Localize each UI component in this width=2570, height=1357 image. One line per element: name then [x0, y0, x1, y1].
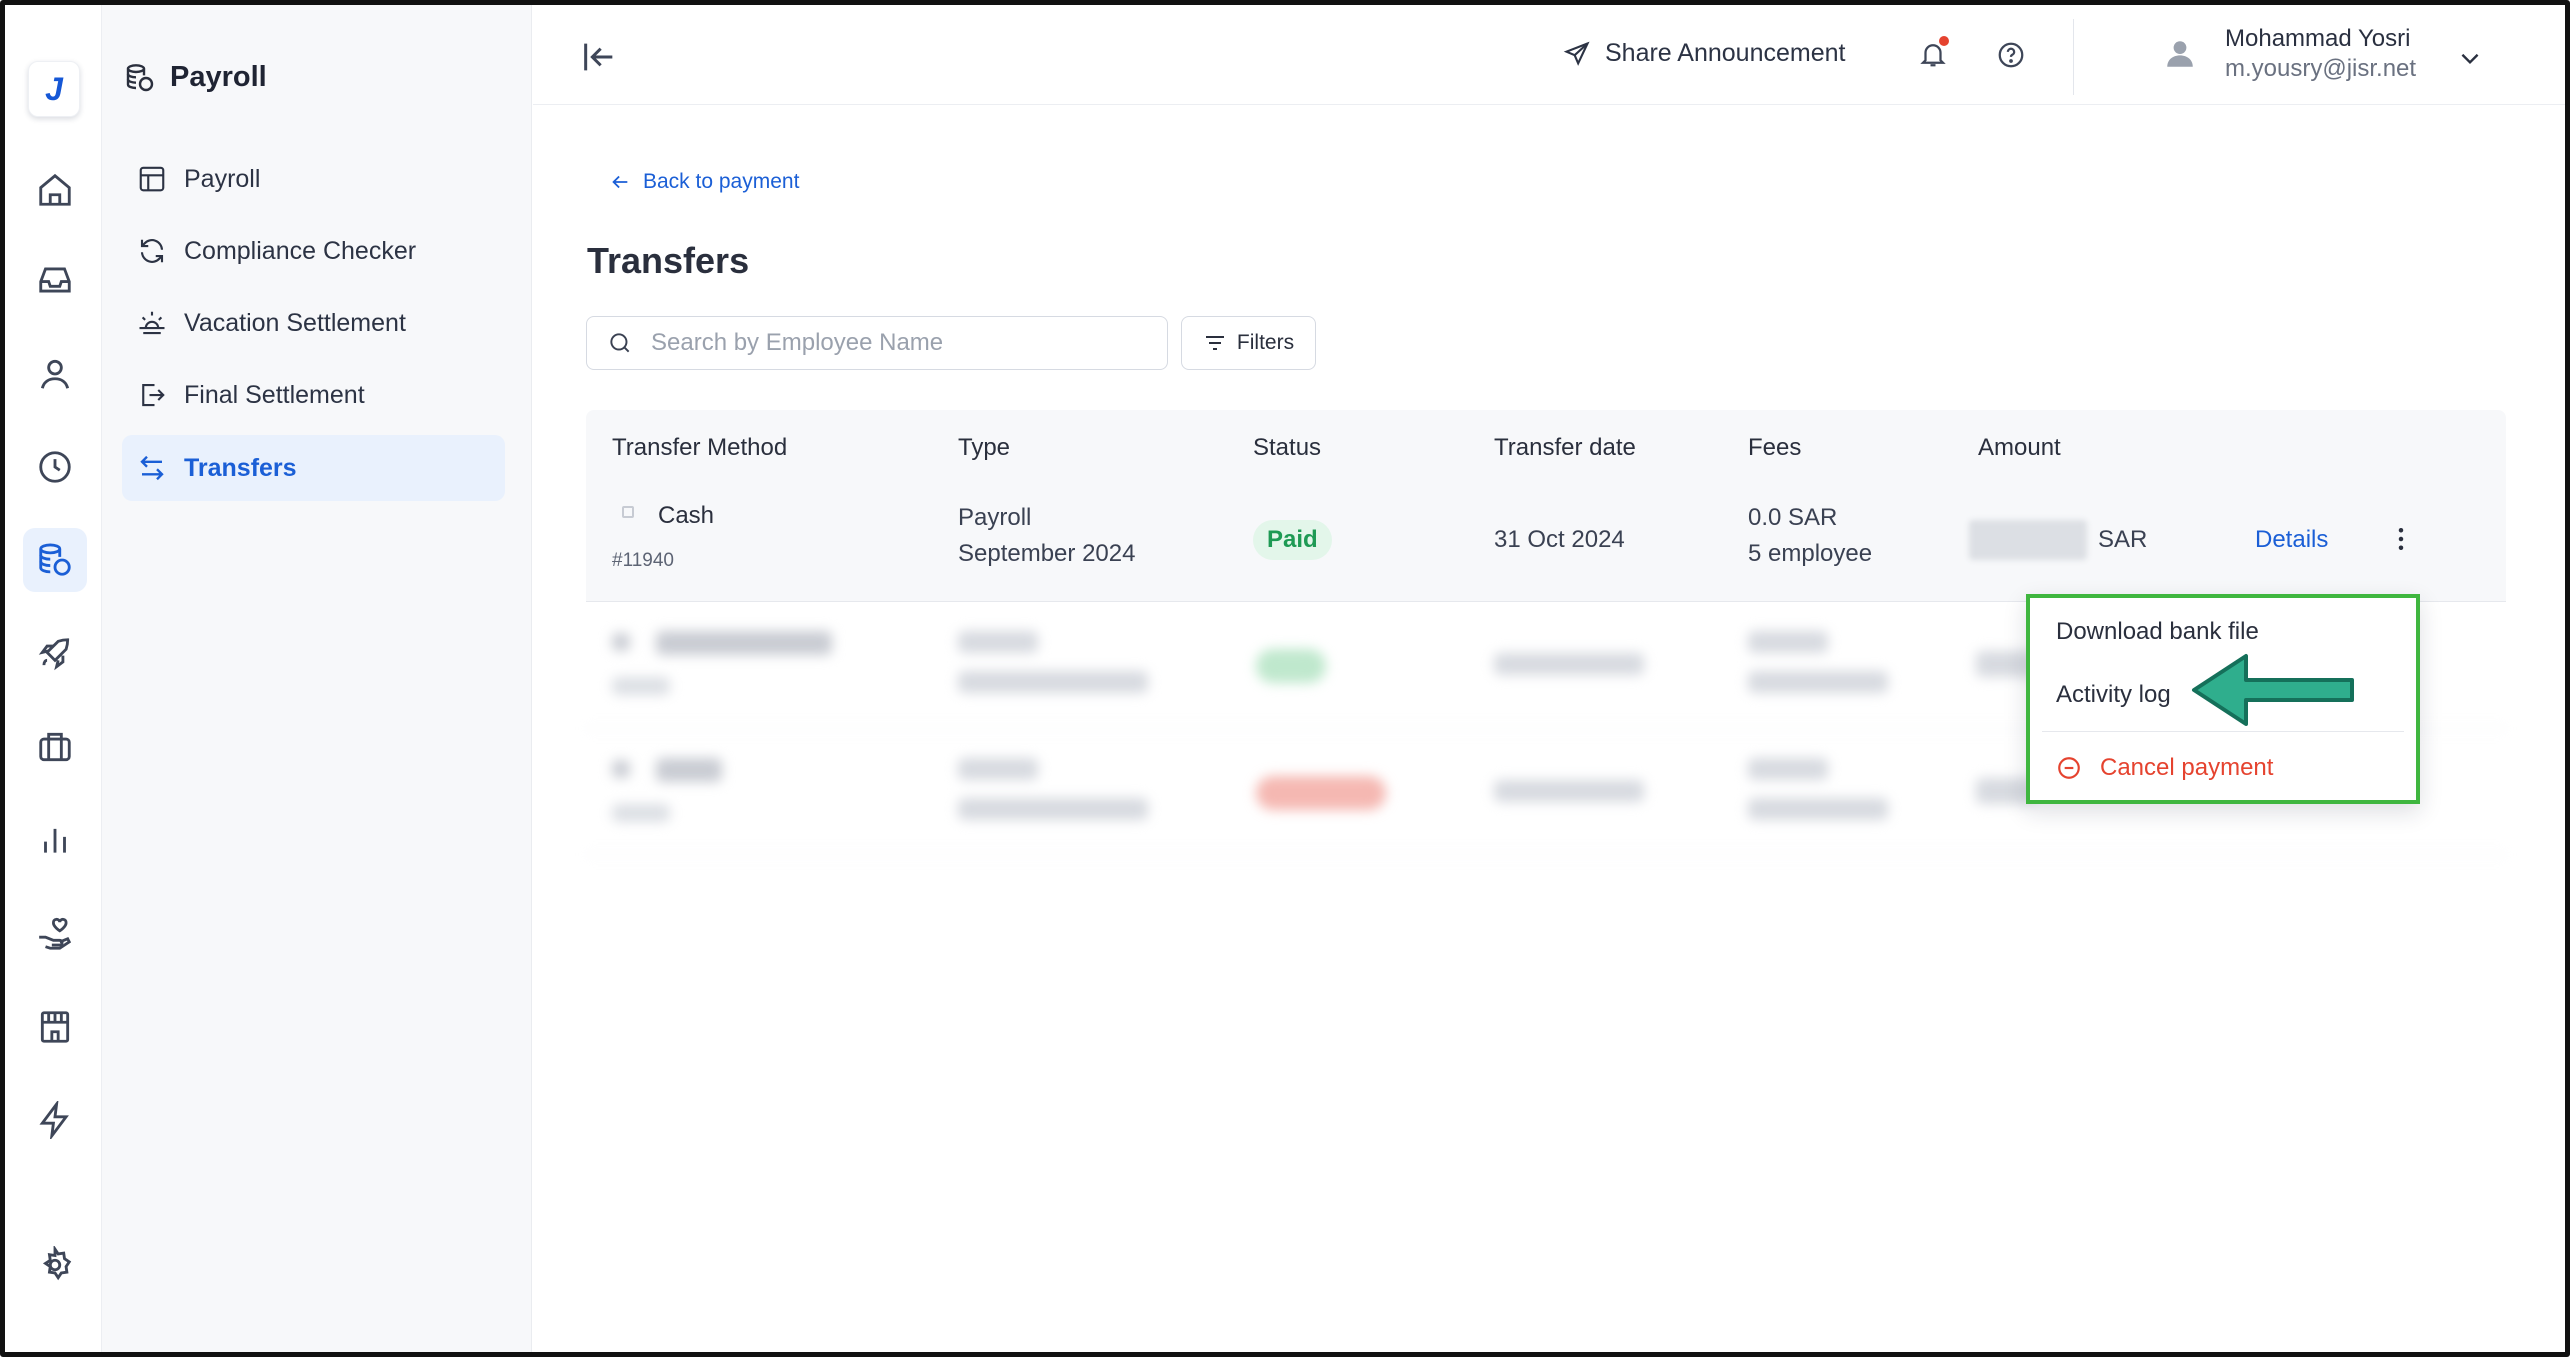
filter-icon — [1203, 331, 1227, 355]
bar-chart-icon[interactable] — [23, 808, 87, 872]
share-announcement-label: Share Announcement — [1605, 39, 1846, 67]
column-header-amount[interactable]: Amount — [1978, 434, 2061, 462]
inbox-icon[interactable] — [23, 248, 87, 312]
hand-heart-icon[interactable] — [23, 902, 87, 966]
share-announcement-button[interactable]: Share Announcement — [1563, 39, 1845, 68]
filters-button[interactable]: Filters — [1181, 316, 1316, 370]
gear-icon[interactable] — [23, 1233, 87, 1297]
briefcase-icon[interactable] — [23, 715, 87, 779]
column-header-transfer-date[interactable]: Transfer date — [1494, 434, 1636, 462]
transfer-date: 31 Oct 2024 — [1494, 526, 1625, 553]
help-icon[interactable] — [1996, 40, 2026, 70]
collapse-sidebar-icon[interactable] — [579, 37, 619, 77]
refresh-icon — [136, 235, 168, 267]
subnav-item-label: Transfers — [184, 453, 297, 482]
transfer-type: Payroll — [958, 504, 1032, 531]
search-field[interactable] — [586, 316, 1168, 370]
column-header-transfer-method[interactable]: Transfer Method — [612, 434, 787, 462]
minus-circle-icon — [2056, 755, 2082, 781]
payroll-coins-icon — [124, 62, 156, 94]
subnav-item-payroll[interactable]: Payroll — [122, 146, 505, 212]
sunset-icon — [136, 307, 168, 339]
column-header-status[interactable]: Status — [1253, 434, 1321, 462]
back-to-payment-label: Back to payment — [643, 170, 800, 193]
cancel-payment-item[interactable]: Cancel payment — [2056, 754, 2273, 782]
subnav-item-label: Payroll — [184, 164, 261, 193]
subnav-item-label: Final Settlement — [184, 380, 365, 409]
download-bank-file-item[interactable]: Download bank file — [2056, 618, 2259, 646]
search-input[interactable] — [651, 329, 1131, 357]
subnav-item-vacation-settlement[interactable]: Vacation Settlement — [122, 290, 505, 356]
table-icon — [136, 163, 168, 195]
amount-redacted — [1969, 520, 2087, 560]
avatar[interactable] — [2163, 37, 2197, 71]
user-email: m.yousry@jisr.net — [2225, 55, 2417, 82]
exit-icon — [136, 379, 168, 411]
top-bar: Share Announcement Mohammad Yosri m.yous… — [533, 5, 2565, 105]
back-to-payment-link[interactable]: Back to payment — [609, 170, 799, 194]
annotation-arrow-icon — [2190, 650, 2356, 730]
column-header-fees[interactable]: Fees — [1748, 434, 1801, 462]
icon-rail: J — [5, 5, 102, 1352]
status-badge: Paid — [1253, 520, 1332, 560]
user-name[interactable]: Mohammad Yosri — [2225, 25, 2410, 53]
subnav-item-compliance-checker[interactable]: Compliance Checker — [122, 218, 505, 284]
table-header: Transfer Method Type Status Transfer dat… — [586, 410, 2506, 484]
lightning-icon[interactable] — [23, 1088, 87, 1152]
details-link[interactable]: Details — [2255, 526, 2328, 554]
subnav-item-transfers[interactable]: Transfers — [122, 435, 505, 501]
store-icon[interactable] — [23, 995, 87, 1059]
fees-amount: 0.0 SAR — [1748, 504, 1838, 531]
activity-log-item[interactable]: Activity log — [2056, 681, 2171, 709]
payroll-subnav: Payroll Payroll Compliance Checker Vacat… — [102, 5, 532, 1352]
transfer-method: Cash — [658, 502, 715, 529]
user-icon[interactable] — [23, 342, 87, 406]
transfer-arrows-icon — [136, 452, 168, 484]
more-options-icon[interactable] — [2386, 524, 2416, 554]
filters-label: Filters — [1236, 331, 1295, 354]
rocket-icon[interactable] — [23, 622, 87, 686]
send-icon — [1563, 40, 1591, 68]
home-icon[interactable] — [23, 158, 87, 222]
transfer-period: September 2024 — [958, 540, 1136, 567]
search-icon — [607, 330, 633, 356]
topbar-divider — [2073, 19, 2074, 95]
subnav-title-label: Payroll — [170, 61, 267, 93]
cash-icon — [622, 506, 634, 518]
page-title: Transfers — [587, 240, 750, 281]
menu-divider — [2042, 731, 2404, 732]
arrow-left-icon — [609, 171, 631, 193]
chevron-down-icon[interactable] — [2457, 45, 2483, 71]
table-row[interactable]: Cash #11940 Payroll September 2024 Paid … — [586, 484, 2506, 602]
subnav-item-label: Compliance Checker — [184, 236, 417, 265]
app-logo[interactable]: J — [28, 61, 80, 117]
notification-dot — [1939, 36, 1949, 46]
subnav-title: Payroll — [124, 61, 267, 94]
cancel-payment-label: Cancel payment — [2100, 754, 2274, 781]
column-header-type[interactable]: Type — [958, 434, 1010, 462]
subnav-item-final-settlement[interactable]: Final Settlement — [122, 362, 505, 428]
clock-icon[interactable] — [23, 435, 87, 499]
fees-employees: 5 employee — [1748, 540, 1873, 567]
payroll-coins-icon[interactable] — [23, 528, 87, 592]
subnav-item-label: Vacation Settlement — [184, 308, 406, 337]
amount-currency: SAR — [2098, 526, 2148, 553]
notification-bell-icon[interactable] — [1918, 36, 1949, 69]
transfer-id: #11940 — [612, 550, 674, 571]
